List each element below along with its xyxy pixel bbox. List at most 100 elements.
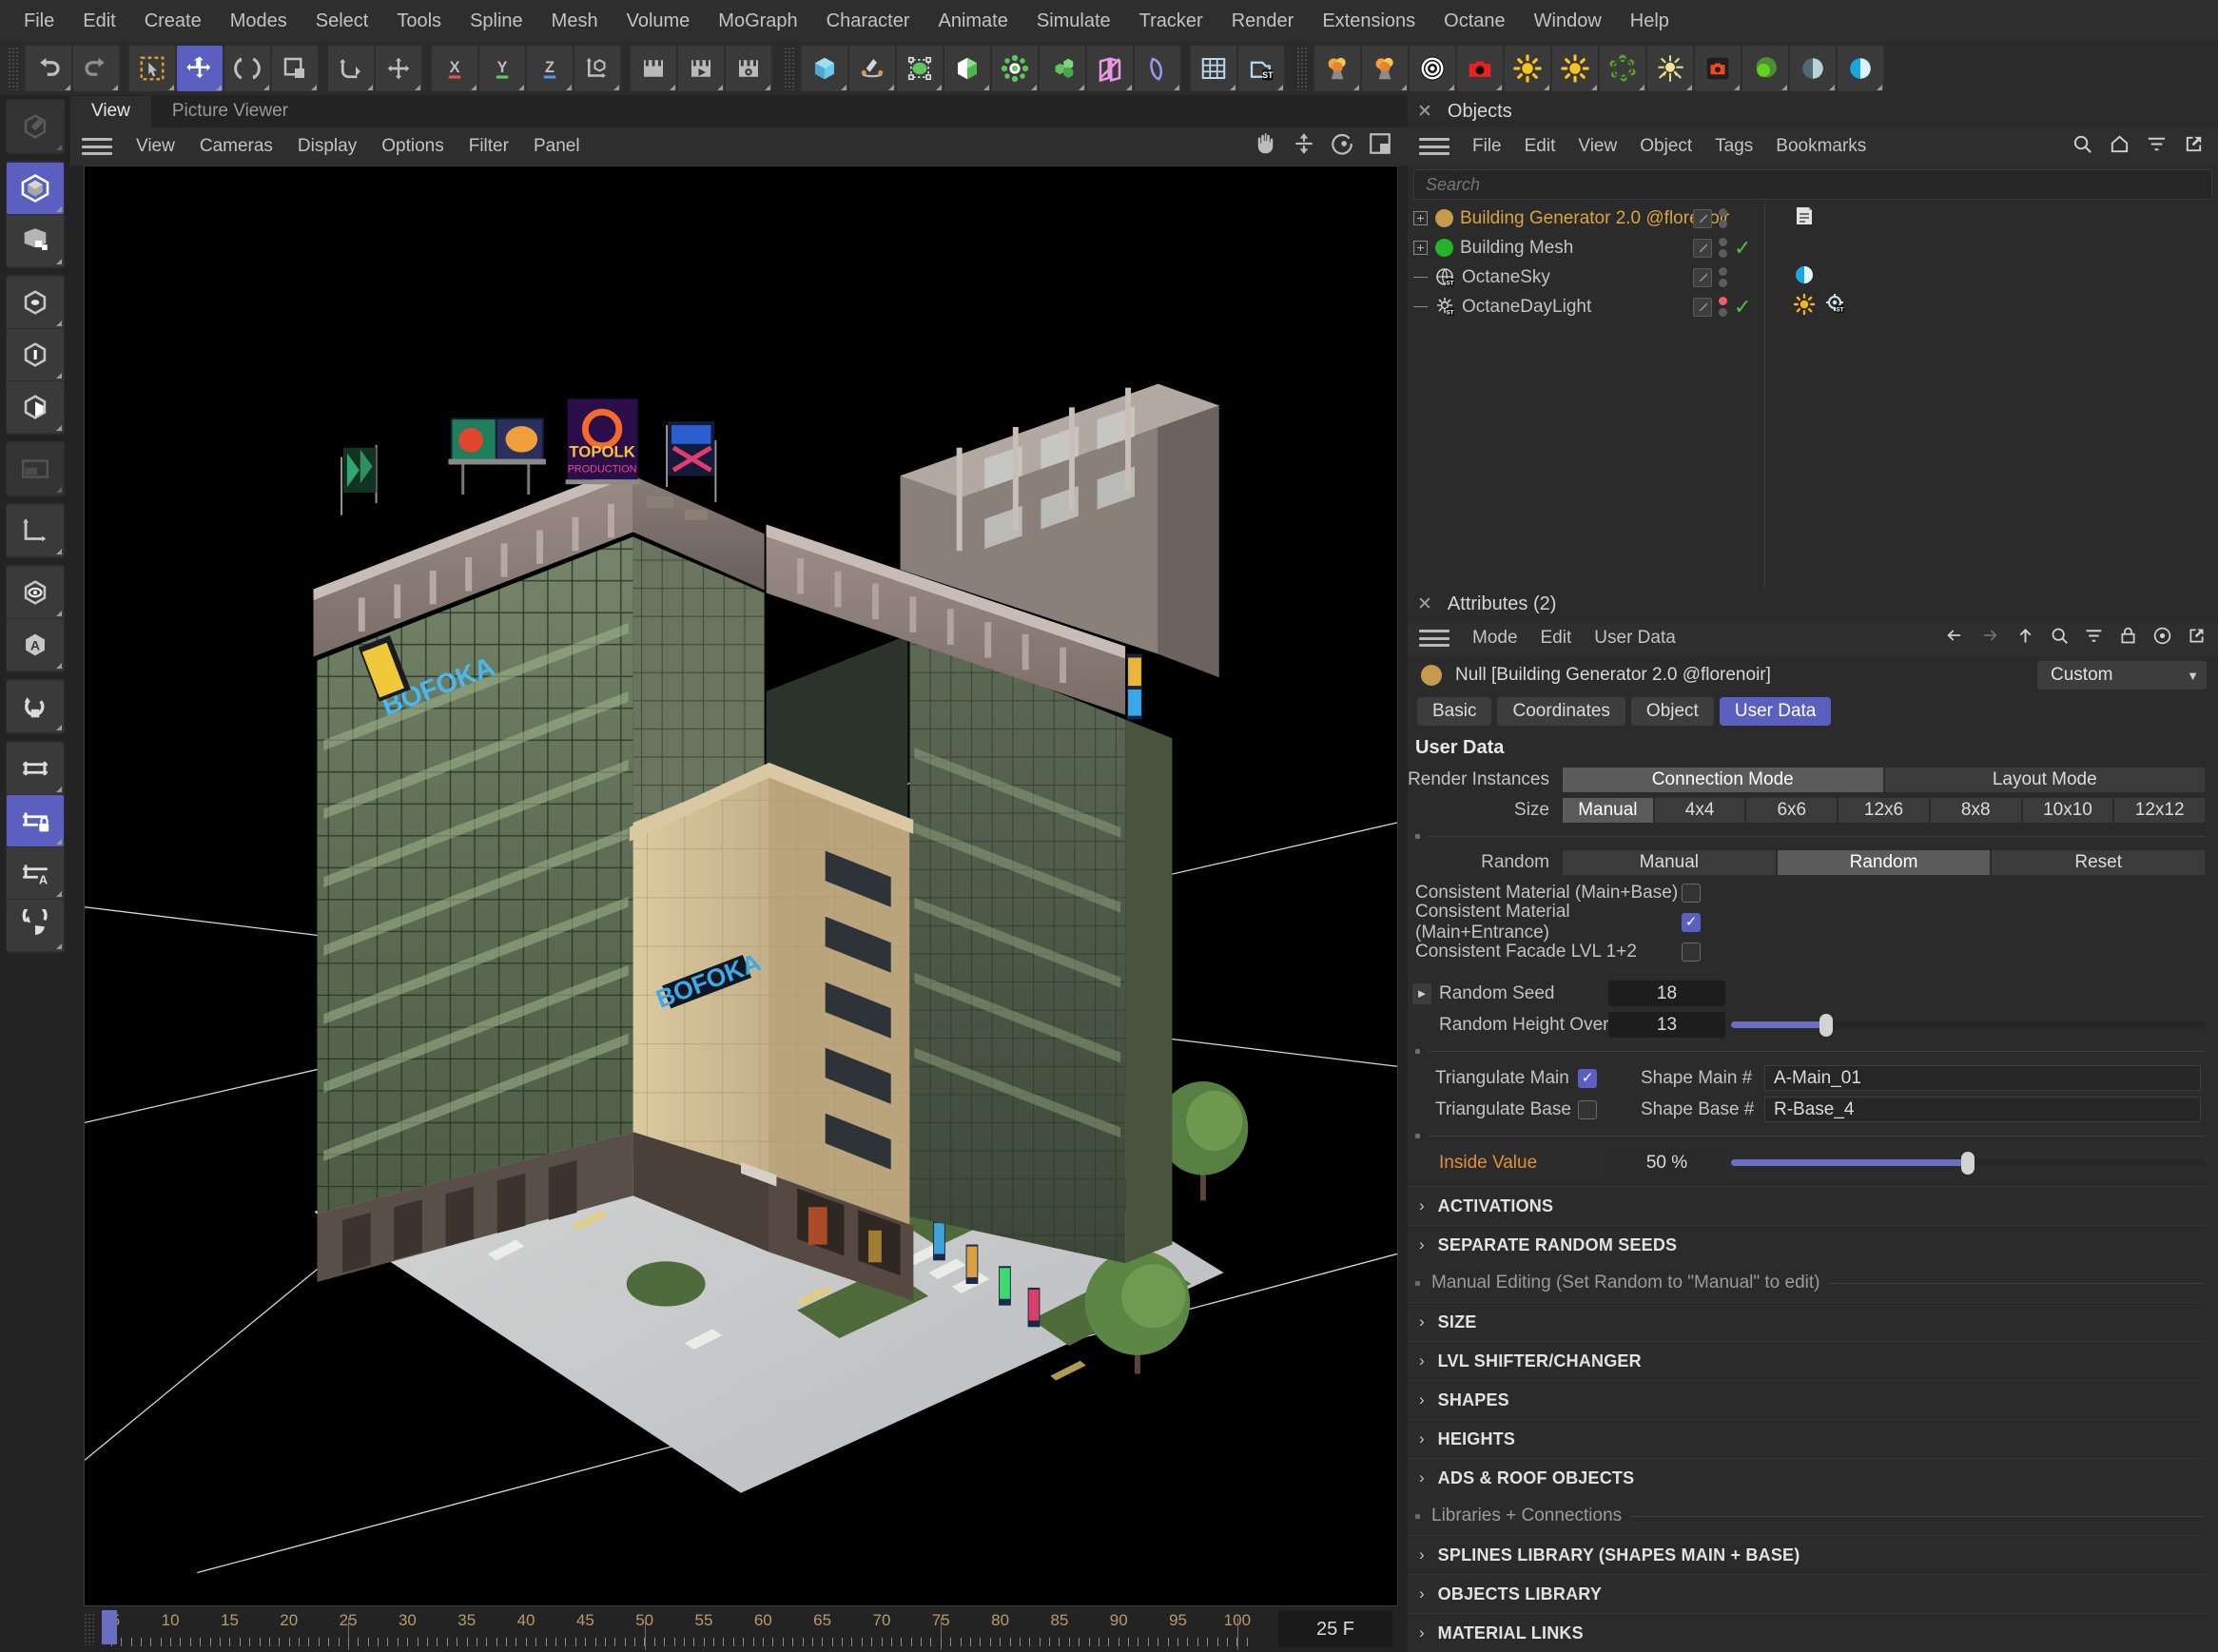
rotate-icon[interactable] [224, 46, 270, 91]
world-axis-icon[interactable] [574, 46, 620, 91]
fold-objects-library[interactable]: ›OBJECTS LIBRARY [1408, 1574, 2205, 1613]
checkbox-consistent-material-main-base[interactable] [1682, 884, 1701, 903]
filter-icon[interactable] [2084, 626, 2104, 651]
size-option-12x6[interactable]: 12x6 [1839, 798, 1929, 823]
fold-separate-random-seeds[interactable]: ›SEPARATE RANDOM SEEDS [1408, 1225, 2205, 1264]
user-data-tag-icon[interactable] [1793, 204, 1816, 233]
spline-pen-icon[interactable] [849, 46, 895, 91]
viewport-menu-cameras[interactable]: Cameras [187, 133, 285, 160]
camera-st-icon[interactable]: ST [1238, 46, 1284, 91]
size-option-8x8[interactable]: 8x8 [1931, 798, 2021, 823]
objects-menu-bookmarks[interactable]: Bookmarks [1764, 133, 1878, 160]
world-rotate-icon[interactable] [328, 46, 374, 91]
field-icon[interactable] [1087, 46, 1133, 91]
objects-hamburger-icon[interactable] [1419, 138, 1449, 155]
render-settings-icon[interactable] [726, 46, 771, 91]
separator-handle[interactable] [1415, 834, 1420, 839]
attributes-menu-user-data[interactable]: User Data [1583, 625, 1687, 651]
menu-item-octane[interactable]: Octane [1430, 7, 1519, 36]
visibility-dots[interactable] [1719, 208, 1727, 228]
edit-pencil-icon[interactable] [1693, 239, 1712, 258]
octane-scatter-icon[interactable] [1600, 46, 1645, 91]
inside-value-slider[interactable] [1731, 1150, 2205, 1176]
size-option-10x10[interactable]: 10x10 [2023, 798, 2113, 823]
snap-lock-icon[interactable] [7, 795, 64, 846]
fold-material-links[interactable]: ›MATERIAL LINKS [1408, 1613, 2205, 1652]
fold-heights[interactable]: ›HEIGHTS [1408, 1419, 2205, 1458]
random-height-field[interactable]: 13 [1608, 1012, 1725, 1038]
pan-icon[interactable] [1254, 131, 1278, 162]
point-mode-icon[interactable] [7, 277, 64, 328]
back-arrow-icon[interactable] [1943, 626, 1965, 651]
triangulate-main-checkbox[interactable]: ✓ [1578, 1069, 1597, 1088]
octane-target-icon[interactable] [1410, 46, 1455, 91]
objects-tree-empty-area[interactable] [1408, 321, 2218, 588]
viewport-menu-filter[interactable]: Filter [457, 133, 521, 160]
objects-menu-view[interactable]: View [1566, 133, 1628, 160]
maximize-icon[interactable] [1368, 131, 1392, 162]
menu-item-edit[interactable]: Edit [68, 7, 129, 36]
fold-size[interactable]: ›SIZE [1408, 1302, 2205, 1341]
mograph-icon[interactable] [992, 46, 1038, 91]
move-icon[interactable] [177, 46, 223, 91]
menu-item-file[interactable]: File [10, 7, 68, 36]
menu-item-mesh[interactable]: Mesh [537, 7, 613, 36]
annotation-icon[interactable]: A [7, 619, 64, 671]
menu-item-help[interactable]: Help [1616, 7, 1683, 36]
octane-sphere-green-icon[interactable] [1742, 46, 1788, 91]
attributes-menu-mode[interactable]: Mode [1461, 625, 1529, 651]
menu-item-window[interactable]: Window [1520, 7, 1616, 36]
menu-item-render[interactable]: Render [1217, 7, 1309, 36]
viewport-menu-options[interactable]: Options [369, 133, 456, 160]
3d-viewport[interactable]: BOFOKA BOFOKA [84, 165, 1398, 1606]
undo-icon[interactable] [26, 46, 71, 91]
objects-search[interactable] [1413, 169, 2212, 200]
edit-pencil-icon[interactable] [1693, 298, 1712, 317]
fold-splines-library-shapes-main-base[interactable]: ›SPLINES LIBRARY (SHAPES MAIN + BASE) [1408, 1535, 2205, 1574]
objects-menu-object[interactable]: Object [1628, 133, 1703, 160]
home-icon[interactable] [2109, 133, 2130, 161]
size-option-12x12[interactable]: 12x12 [2114, 798, 2205, 823]
model-edit-icon[interactable] [7, 101, 64, 152]
enabled-check-icon[interactable]: ✓ [1734, 238, 1751, 259]
viewport-tab-view[interactable]: View [70, 96, 151, 127]
sun-tag-icon[interactable] [1793, 293, 1816, 321]
texture-mode-icon[interactable] [7, 443, 64, 495]
edit-pencil-icon[interactable] [1693, 209, 1712, 228]
quantize-icon[interactable] [7, 900, 64, 951]
scale-icon[interactable] [272, 46, 318, 91]
size-option-manual[interactable]: Manual [1563, 798, 1653, 823]
forward-arrow-icon[interactable] [1979, 626, 2001, 651]
snap-auto-icon[interactable]: A [7, 847, 64, 899]
visibility-dots[interactable] [1719, 267, 1727, 287]
z-axis-icon[interactable]: Z [527, 46, 573, 91]
expand-icon[interactable] [1408, 211, 1432, 225]
axis-mode-icon[interactable] [7, 505, 64, 556]
random-option-manual[interactable]: Manual [1563, 850, 1776, 875]
visibility-dots[interactable] [1719, 297, 1727, 317]
search-icon[interactable] [2050, 626, 2070, 651]
fold-ads-roof-objects[interactable]: ›ADS & ROOF OBJECTS [1408, 1458, 2205, 1497]
attributes-tab-object[interactable]: Object [1631, 697, 1714, 726]
objects-menu-file[interactable]: File [1461, 133, 1513, 160]
viewport-menu-panel[interactable]: Panel [521, 133, 593, 160]
menu-item-mograph[interactable]: MoGraph [704, 7, 811, 36]
inside-value-field[interactable]: 50 % [1608, 1149, 1725, 1176]
random-height-slider[interactable] [1731, 1012, 2205, 1038]
orbit-icon[interactable] [1330, 131, 1354, 162]
enabled-check-icon[interactable]: ✓ [1734, 297, 1751, 318]
octane-explosion2-icon[interactable] [1362, 46, 1408, 91]
search-icon[interactable] [2072, 133, 2093, 161]
menu-item-extensions[interactable]: Extensions [1308, 7, 1430, 36]
object-row[interactable]: STOctaneSky [1408, 262, 2218, 292]
random-seed-field[interactable]: 18 [1608, 981, 1725, 1006]
dolly-icon[interactable] [1292, 131, 1316, 162]
close-icon[interactable]: ✕ [1417, 593, 1432, 615]
viewport-visible-icon[interactable] [7, 567, 64, 618]
menu-item-tracker[interactable]: Tracker [1125, 7, 1217, 36]
simulate-icon[interactable] [1135, 46, 1180, 91]
timeline-playhead[interactable] [102, 1610, 117, 1644]
viewport-tab-picture-viewer[interactable]: Picture Viewer [151, 96, 309, 127]
popout-icon[interactable] [2187, 626, 2207, 651]
octane-camera-red-icon[interactable] [1457, 46, 1503, 91]
